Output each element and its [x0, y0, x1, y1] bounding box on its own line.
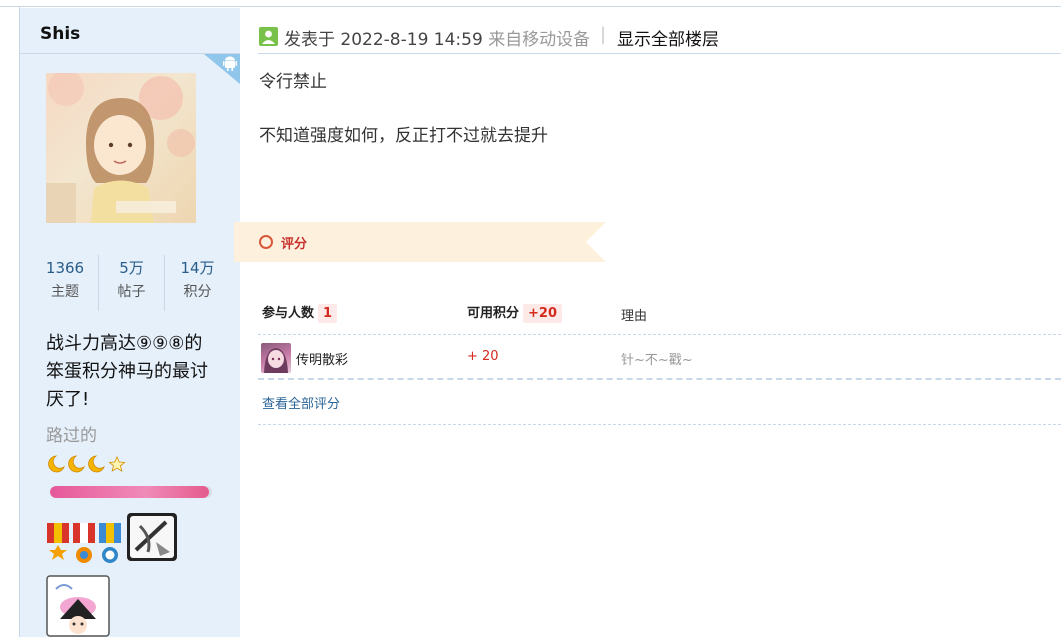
medals-ribbons[interactable]: [46, 523, 122, 573]
credit-progress-fill: [50, 486, 209, 498]
post-body: 令行禁止 不知道强度如何，反正打不过就去提升: [259, 70, 548, 178]
author-signature: 战斗力高达⑨⑨⑧的笨蛋积分神马的最讨厌了!: [46, 333, 208, 410]
medal-calligraphy[interactable]: [126, 512, 178, 566]
points-header: 可用积分 +20: [467, 302, 562, 323]
view-all-ratings-link[interactable]: 查看全部评分: [262, 393, 340, 412]
post-line: 令行禁止: [259, 72, 327, 92]
participants-count: 1: [318, 304, 338, 323]
stat-credits-value: 14万: [180, 259, 215, 277]
rater-reason: 针~不~戳~: [621, 353, 693, 368]
top-divider: [0, 0, 1061, 7]
points-label: 可用积分: [467, 306, 520, 321]
rank-stars: [46, 454, 130, 474]
rater-name[interactable]: 传明散彩: [296, 349, 348, 368]
moon-icon: [48, 455, 65, 473]
android-icon: [223, 56, 237, 71]
show-all-floors-link[interactable]: 显示全部楼层: [617, 25, 719, 50]
rating-banner: 评分: [234, 222, 606, 262]
rating-table: 参与人数 1 可用积分 +20 理由 传明散彩 + 20 针~不~戳~ 查看全部评分: [258, 293, 1061, 425]
posted-from: 来自移动设备: [488, 30, 591, 50]
rating-label: 评分: [281, 237, 308, 252]
participants-header: 参与人数 1: [262, 302, 338, 323]
moon-icon: [68, 455, 85, 473]
rater-avatar[interactable]: [261, 343, 291, 373]
post-header: 发表于 2022-8-19 14:59 来自移动设备 | 显示全部楼层: [258, 8, 1061, 54]
rating-table-header: 参与人数 1 可用积分 +20 理由: [258, 293, 1061, 335]
medal-character[interactable]: [46, 575, 110, 637]
author-sidebar: Shis 1366 主题 5万 帖子 14万 积分 战斗力高达⑨⑨⑧的笨蛋积分神…: [20, 8, 240, 637]
author-avatar[interactable]: [46, 73, 196, 223]
rating-row: 传明散彩 + 20 针~不~戳~: [258, 335, 1061, 380]
author-name[interactable]: Shis: [40, 24, 80, 44]
mobile-device-badge: [204, 54, 240, 84]
star-icon: [108, 456, 126, 472]
author-row: Shis: [20, 8, 240, 54]
rating-circle-icon: [259, 235, 273, 249]
points-total: +20: [523, 304, 562, 323]
stat-posts-value: 5万: [119, 259, 144, 277]
rating-footer: 查看全部评分: [258, 380, 1061, 425]
stat-credits[interactable]: 14万 积分: [164, 255, 230, 311]
credit-progress-bar: [50, 486, 212, 498]
header-separator: |: [600, 24, 607, 45]
reason-header: 理由: [621, 309, 648, 324]
stat-topics-value: 1366: [45, 259, 85, 277]
stat-posts[interactable]: 5万 帖子: [98, 255, 164, 311]
posted-time: 2022-8-19 14:59: [340, 30, 483, 50]
rater-score: + 20: [467, 349, 499, 364]
post-line: 不知道强度如何，反正打不过就去提升: [259, 126, 548, 146]
stat-topics[interactable]: 1366 主题: [32, 255, 98, 311]
stat-posts-label: 帖子: [117, 284, 146, 300]
stat-credits-label: 积分: [183, 284, 212, 300]
online-user-icon: [259, 27, 278, 46]
participants-label: 参与人数: [262, 306, 315, 321]
moon-icon: [88, 455, 105, 473]
post-time: 发表于 2022-8-19 14:59 来自移动设备: [284, 25, 590, 50]
rank-title: 路过的: [46, 426, 97, 446]
posted-prefix: 发表于: [284, 30, 335, 50]
stat-topics-label: 主题: [51, 284, 79, 300]
author-stats: 1366 主题 5万 帖子 14万 积分: [20, 255, 240, 311]
